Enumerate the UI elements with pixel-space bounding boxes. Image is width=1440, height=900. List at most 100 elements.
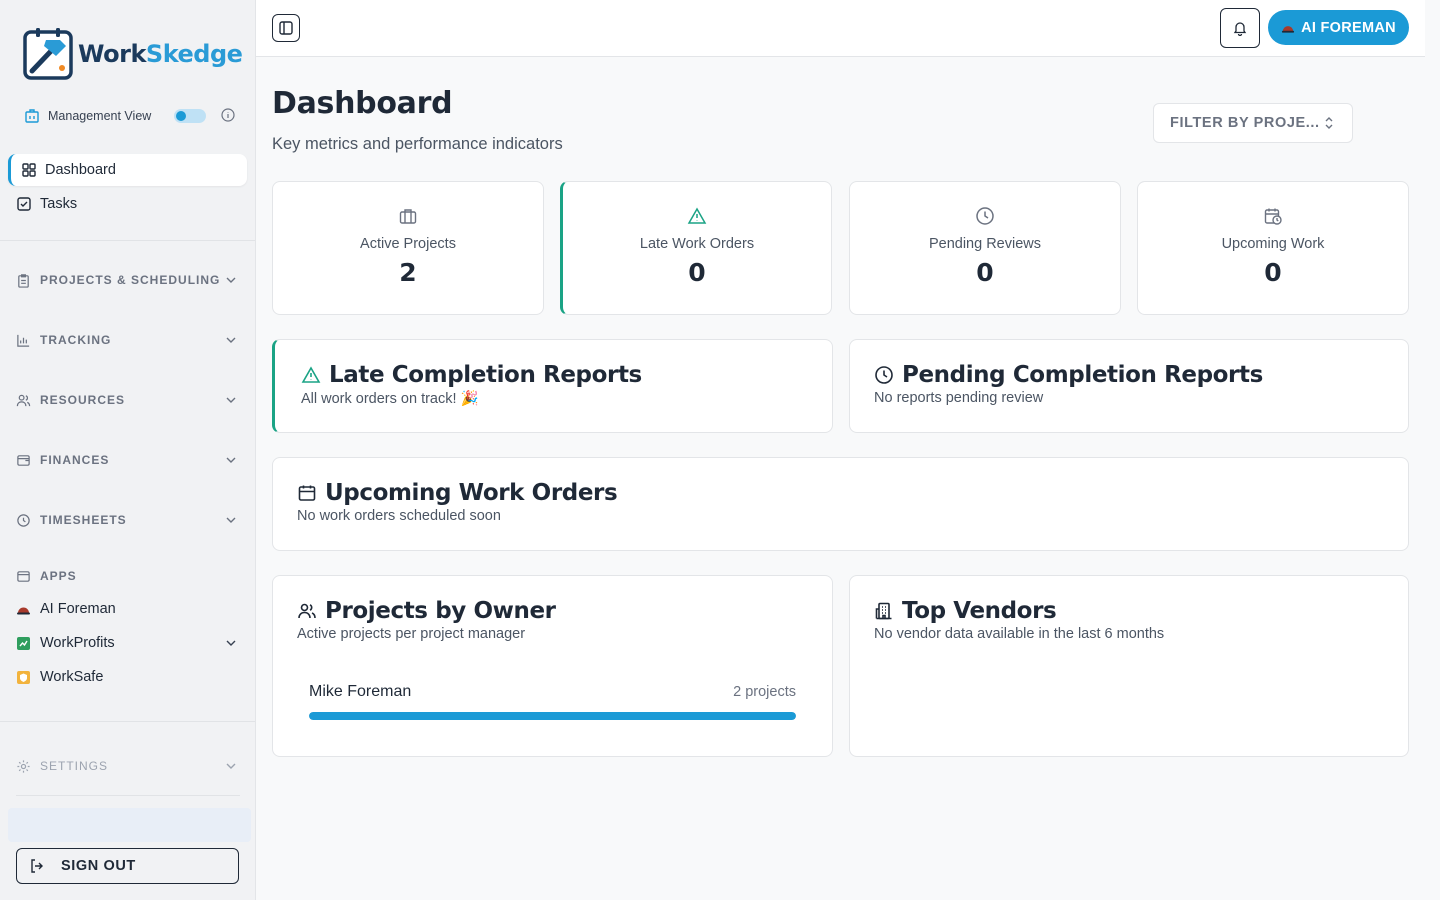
logo-word-work: Work <box>78 40 146 68</box>
stat-value: 0 <box>976 258 994 287</box>
clock-icon <box>17 513 30 527</box>
stat-card-pending-reviews[interactable]: Pending Reviews 0 <box>849 181 1121 315</box>
panel-left-icon <box>279 21 293 35</box>
worksdedge-logo[interactable]: WorkSkedge <box>22 26 243 82</box>
clipboard-icon <box>18 273 29 288</box>
stat-card-active-projects[interactable]: Active Projects 2 <box>272 181 544 315</box>
sidebar: WorkSkedge Management View Dashboard Tas… <box>0 0 256 900</box>
users-icon <box>298 603 316 619</box>
ai-foreman-button[interactable]: AI FOREMAN <box>1268 10 1409 45</box>
panel-title-text: Top Vendors <box>902 598 1057 624</box>
toggle-knob <box>176 111 186 121</box>
page-subtitle: Key metrics and performance indicators <box>272 135 563 153</box>
ai-foreman-button-label: AI FOREMAN <box>1301 19 1396 36</box>
sidebar-item-tasks[interactable]: Tasks <box>8 188 247 220</box>
sidebar-toggle-button[interactable] <box>272 14 300 42</box>
panel-title: Projects by Owner <box>297 598 556 624</box>
panel-subtitle: No vendor data available in the last 6 m… <box>874 626 1165 642</box>
chevrons-up-down-icon <box>1325 117 1333 129</box>
stat-label: Late Work Orders <box>639 236 755 252</box>
section-label: SETTINGS <box>40 759 109 773</box>
owner-progress-track <box>309 712 796 720</box>
sign-out-label: SIGN OUT <box>61 858 136 874</box>
chevron-down-icon <box>226 337 236 343</box>
panel-subtitle: All work orders on track! 🎉 <box>301 391 479 407</box>
building-icon <box>875 602 892 620</box>
warning-triangle-icon <box>301 366 321 383</box>
sidebar-item-label: Dashboard <box>45 162 116 178</box>
section-settings[interactable]: SETTINGS <box>16 756 240 776</box>
sidebar-item-dashboard[interactable]: Dashboard <box>8 154 247 186</box>
panel-title: Late Completion Reports <box>301 362 642 388</box>
logo-hammer-icon <box>23 28 73 80</box>
panel-subtitle: No reports pending review <box>874 390 1044 406</box>
logo-wordmark: WorkSkedge <box>78 40 243 68</box>
sidebar-item-ai-foreman[interactable]: AI Foreman <box>16 597 240 621</box>
late-completion-reports-card: Late Completion Reports All work orders … <box>272 339 833 433</box>
top-vendors-card: Top Vendors No vendor data available in … <box>849 575 1409 757</box>
sidebar-item-label: Tasks <box>40 196 78 212</box>
section-timesheets[interactable]: TIMESHEETS <box>16 510 240 530</box>
management-view-label: Management View <box>48 109 152 123</box>
hard-hat-icon <box>17 607 30 614</box>
management-view-toggle[interactable] <box>174 109 206 123</box>
section-apps: APPS <box>16 566 240 586</box>
sidebar-item-worksafe[interactable]: WorkSafe <box>16 665 240 689</box>
panel-title-text: Upcoming Work Orders <box>325 480 618 506</box>
section-tracking[interactable]: TRACKING <box>16 330 240 350</box>
app-window-icon <box>17 570 30 582</box>
pending-completion-reports-card: Pending Completion Reports No reports pe… <box>849 339 1409 433</box>
stat-label: Active Projects <box>360 236 456 252</box>
sidebar-item-label: WorkProfits <box>40 635 115 651</box>
project-filter-label: FILTER BY PROJE... <box>1170 115 1320 131</box>
section-label: PROJECTS & SCHEDULING <box>40 273 221 287</box>
panel-title-text: Pending Completion Reports <box>902 362 1263 388</box>
owner-name: Mike Foreman <box>309 683 412 700</box>
owner-project-count: 2 projects <box>733 684 796 700</box>
panel-title-text: Late Completion Reports <box>329 362 642 388</box>
sign-out-button[interactable]: SIGN OUT <box>16 848 239 884</box>
chevron-down-icon <box>226 640 236 646</box>
section-label: TRACKING <box>40 333 112 347</box>
stat-card-late-work-orders[interactable]: Late Work Orders 0 <box>560 181 832 315</box>
section-resources[interactable]: RESOURCES <box>16 390 240 410</box>
scrollbar-track[interactable] <box>1425 0 1440 900</box>
chevron-down-icon <box>226 277 236 283</box>
building-icon <box>25 109 39 123</box>
workprofits-app-icon <box>17 636 30 650</box>
notifications-button[interactable] <box>1220 8 1260 48</box>
user-profile-area <box>8 808 251 842</box>
project-filter-select[interactable]: FILTER BY PROJE... <box>1153 103 1353 143</box>
stat-label: Pending Reviews <box>928 236 1042 252</box>
sidebar-divider <box>0 240 255 241</box>
projects-by-owner-card: Projects by Owner Active projects per pr… <box>272 575 833 757</box>
panel-title: Pending Completion Reports <box>874 362 1263 388</box>
section-projects-scheduling[interactable]: PROJECTS & SCHEDULING <box>16 270 240 290</box>
panel-title: Top Vendors <box>874 598 1057 624</box>
bell-icon <box>1233 22 1247 36</box>
section-label: RESOURCES <box>40 393 126 407</box>
upcoming-work-orders-card: Upcoming Work Orders No work orders sche… <box>272 457 1409 551</box>
checkbox-icon <box>17 197 31 211</box>
logout-icon <box>31 859 43 873</box>
stat-card-upcoming-work[interactable]: Upcoming Work 0 <box>1137 181 1409 315</box>
management-view-row: Management View <box>24 106 236 126</box>
stat-value: 0 <box>1264 258 1282 287</box>
chevron-down-icon <box>226 763 236 769</box>
logo-word-skedge: Skedge <box>145 40 243 68</box>
top-bar: AI FOREMAN <box>256 0 1425 57</box>
hard-hat-icon <box>1282 25 1295 33</box>
section-label: APPS <box>40 569 77 583</box>
briefcase-icon <box>399 209 417 224</box>
info-icon[interactable] <box>221 108 235 122</box>
sidebar-item-workprofits[interactable]: WorkProfits <box>16 631 240 655</box>
stat-value: 0 <box>688 258 706 287</box>
owner-progress-bar <box>309 712 796 720</box>
clock-icon <box>976 207 994 225</box>
panel-subtitle: No work orders scheduled soon <box>297 508 501 524</box>
worksafe-app-icon <box>17 670 30 684</box>
clock-icon <box>875 366 893 384</box>
wallet-icon <box>17 454 30 466</box>
sidebar-divider <box>16 795 240 796</box>
section-finances[interactable]: FINANCES <box>16 450 240 470</box>
